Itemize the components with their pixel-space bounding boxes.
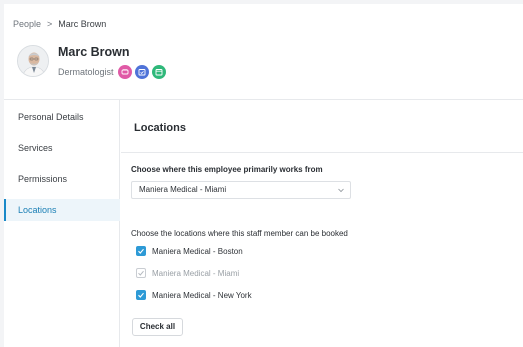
checkbox-new-york[interactable] xyxy=(136,290,146,300)
breadcrumb-current: Marc Brown xyxy=(58,19,107,29)
sidebar: Personal Details Services Permissions Lo… xyxy=(4,100,120,347)
staff-name: Marc Brown xyxy=(58,45,130,59)
location-label: Maniera Medical - Boston xyxy=(152,246,243,256)
sidebar-item-services[interactable]: Services xyxy=(4,137,120,159)
bookable-locations-label: Choose the locations where this staff me… xyxy=(131,229,348,238)
checkbox-miami xyxy=(136,268,146,278)
beauty-icon xyxy=(118,65,132,79)
chevron-down-icon xyxy=(338,188,344,193)
calendar-icon xyxy=(152,65,166,79)
calendar-check-icon xyxy=(135,65,149,79)
staff-role: Dermatologist xyxy=(58,67,114,77)
primary-location-value: Maniera Medical - Miami xyxy=(139,185,227,194)
avatar-photo-icon xyxy=(18,46,48,76)
breadcrumb-link-people[interactable]: People xyxy=(13,19,41,29)
location-row-boston: Maniera Medical - Boston xyxy=(136,245,243,257)
location-row-miami: Maniera Medical - Miami xyxy=(136,267,239,279)
check-icon xyxy=(138,292,144,298)
service-icons xyxy=(118,65,166,79)
locations-panel: Locations Choose where this employee pri… xyxy=(121,100,523,347)
location-label: Maniera Medical - Miami xyxy=(152,268,240,278)
location-label: Maniera Medical - New York xyxy=(152,290,252,300)
primary-location-label: Choose where this employee primarily wor… xyxy=(131,165,323,174)
location-row-new-york: Maniera Medical - New York xyxy=(136,289,252,301)
sidebar-item-permissions[interactable]: Permissions xyxy=(4,168,120,190)
page-title: Locations xyxy=(134,122,186,134)
avatar xyxy=(17,45,49,77)
check-icon xyxy=(138,270,144,276)
sidebar-item-locations[interactable]: Locations xyxy=(4,199,120,221)
checkbox-boston[interactable] xyxy=(136,246,146,256)
section-divider xyxy=(121,152,523,153)
check-icon xyxy=(138,248,144,254)
primary-location-select[interactable]: Maniera Medical - Miami xyxy=(131,181,351,199)
breadcrumb: People > Marc Brown xyxy=(13,19,106,29)
app-frame: People > Marc Brown Marc Brown Dermatologi… xyxy=(4,4,523,347)
check-all-button[interactable]: Check all xyxy=(132,318,183,336)
breadcrumb-separator: > xyxy=(47,19,53,29)
sidebar-item-personal-details[interactable]: Personal Details xyxy=(4,106,120,128)
